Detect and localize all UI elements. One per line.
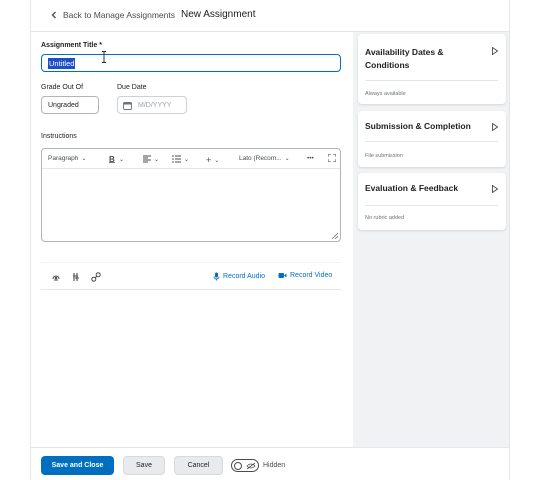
text-cursor-icon: [102, 51, 106, 63]
chevron-left-icon: [51, 11, 56, 19]
grade-label: Grade Out Of: [41, 84, 84, 91]
due-date-placeholder: M/D/YYYY: [138, 101, 172, 109]
save-and-close-button[interactable]: Save and Close: [41, 456, 114, 475]
card-divider: [365, 141, 498, 142]
bold-button[interactable]: B ⌄: [108, 155, 124, 163]
title-input[interactable]: Untitled: [41, 54, 341, 72]
page-title: New Assignment: [181, 9, 256, 20]
video-camera-icon: [278, 273, 287, 278]
svg-text:B: B: [109, 155, 115, 163]
attachments-bar: Record Audio Record Video: [41, 262, 341, 290]
list-button[interactable]: ⌄: [172, 155, 189, 163]
calendar-icon: [123, 101, 132, 110]
chevron-down-icon: ⌄: [154, 156, 160, 163]
card-divider: [365, 80, 498, 81]
fullscreen-icon: [328, 154, 336, 162]
more-icon: •••: [307, 155, 314, 162]
availability-title-line1: Availability Dates &: [365, 47, 444, 57]
record-video-button[interactable]: Record Video: [278, 272, 332, 279]
upload-file-icon[interactable]: [51, 272, 61, 282]
align-left-icon: [143, 155, 151, 163]
chevron-down-icon: ⌄: [214, 157, 220, 164]
availability-card-title: Availability Dates & Conditions: [365, 46, 444, 72]
submission-summary: File submission: [365, 153, 403, 159]
availability-card[interactable]: Availability Dates & Conditions Always a…: [358, 34, 506, 104]
back-link[interactable]: Back to Manage Assignments: [49, 10, 175, 20]
microphone-icon: [213, 272, 220, 281]
back-link-label: Back to Manage Assignments: [63, 10, 175, 20]
instructions-editor[interactable]: Paragraph ⌄ B ⌄ ⌄ ⌄ + ⌄ Lato (Recom... ⌄…: [41, 148, 341, 242]
submission-card-title: Submission & Completion: [365, 121, 471, 131]
plus-icon: +: [206, 155, 212, 165]
card-divider: [365, 205, 498, 206]
font-family-dropdown[interactable]: Lato (Recom... ⌄: [239, 155, 290, 162]
eye-hidden-icon: [246, 462, 256, 469]
instructions-label: Instructions: [41, 133, 77, 140]
cancel-button[interactable]: Cancel: [174, 456, 223, 475]
grade-value: Ungraded: [48, 101, 79, 109]
resize-handle-icon[interactable]: [331, 232, 338, 239]
chevron-down-icon: ⌄: [119, 156, 125, 163]
bold-icon: B: [109, 155, 115, 163]
editor-toolbar: Paragraph ⌄ B ⌄ ⌄ ⌄ + ⌄ Lato (Recom... ⌄…: [42, 149, 340, 169]
visibility-switch[interactable]: [231, 459, 259, 472]
font-family-label: Lato (Recom...: [239, 155, 282, 162]
paragraph-format-dropdown[interactable]: Paragraph ⌄: [48, 155, 86, 162]
assignment-form: Assignment Title * Untitled Grade Out Of…: [31, 32, 353, 447]
page-header: Back to Manage Assignments New Assignmen…: [31, 0, 509, 32]
chevron-down-icon: ⌄: [184, 156, 190, 163]
record-video-label: Record Video: [290, 272, 333, 279]
due-date-input[interactable]: M/D/YYYY: [117, 96, 187, 114]
insert-button[interactable]: + ⌄: [206, 155, 219, 165]
visibility-label: Hidden: [263, 462, 286, 469]
title-label: Assignment Title *: [41, 42, 102, 49]
switch-knob: [234, 461, 242, 470]
link-icon[interactable]: [91, 272, 101, 282]
availability-summary: Always available: [365, 91, 406, 97]
record-audio-label: Record Audio: [223, 273, 266, 280]
title-input-value: Untitled: [48, 57, 76, 69]
due-date-label: Due Date: [117, 84, 147, 91]
evaluation-card-title: Evaluation & Feedback: [365, 183, 459, 193]
record-audio-button[interactable]: Record Audio: [213, 272, 265, 281]
expand-triangle-icon: [492, 47, 498, 55]
google-drive-icon[interactable]: [71, 272, 81, 282]
grade-out-of-button[interactable]: Ungraded: [41, 96, 99, 114]
evaluation-card[interactable]: Evaluation & Feedback No rubric added: [358, 173, 506, 230]
availability-title-line2: Conditions: [365, 60, 410, 70]
fullscreen-button[interactable]: [328, 154, 336, 162]
app-frame: Back to Manage Assignments New Assignmen…: [30, 0, 510, 480]
visibility-toggle[interactable]: Hidden: [231, 459, 285, 472]
footer-bar: Save and Close Save Cancel Hidden: [31, 447, 509, 480]
save-button[interactable]: Save: [123, 456, 165, 475]
align-button[interactable]: ⌄: [143, 155, 159, 163]
submission-card[interactable]: Submission & Completion File submission: [358, 111, 506, 167]
expand-triangle-icon: [492, 185, 498, 193]
bullet-list-icon: [172, 155, 181, 163]
paragraph-format-label: Paragraph: [48, 155, 79, 162]
settings-side-panel: Availability Dates & Conditions Always a…: [353, 32, 509, 447]
expand-triangle-icon: [492, 123, 498, 131]
more-options-button[interactable]: •••: [307, 155, 314, 162]
chevron-down-icon: ⌄: [81, 156, 87, 162]
chevron-down-icon: ⌄: [284, 156, 290, 162]
evaluation-summary: No rubric added: [365, 215, 405, 221]
